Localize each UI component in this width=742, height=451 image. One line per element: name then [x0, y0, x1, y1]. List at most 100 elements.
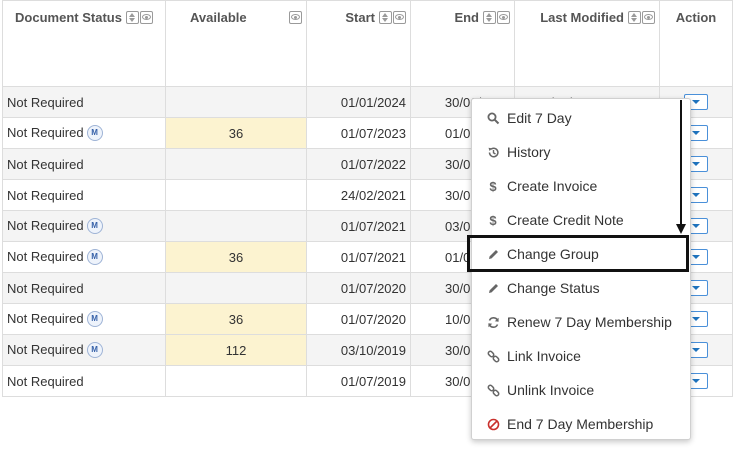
- dollar-icon: $: [489, 178, 497, 194]
- cell-start: 01/07/2023: [306, 117, 411, 149]
- end-date: 10/0: [445, 311, 471, 327]
- dollar-icon: $: [489, 212, 497, 228]
- start-date: 24/02/2021: [340, 187, 406, 203]
- cell-status: Not Required M: [2, 303, 166, 335]
- cell-available: [165, 148, 307, 180]
- cell-start: 01/07/2020: [306, 303, 411, 335]
- eye-icon[interactable]: [289, 11, 302, 24]
- header-end-label: End: [454, 10, 479, 25]
- eye-icon[interactable]: [139, 11, 153, 24]
- status-text: Not Required: [7, 156, 84, 172]
- header-end[interactable]: End: [410, 0, 515, 87]
- header-available[interactable]: Available: [165, 0, 307, 87]
- cell-status: Not Required M: [2, 117, 166, 149]
- search-icon: [486, 112, 500, 125]
- end-date: 30/0: [445, 156, 471, 172]
- menu-item-edit-7-day[interactable]: Edit 7 Day: [472, 101, 690, 135]
- cell-status: Not Required: [2, 148, 166, 180]
- cell-available: [165, 272, 307, 304]
- link-icon: [486, 384, 500, 397]
- status-text: Not Required: [7, 187, 84, 203]
- sort-icon[interactable]: [483, 11, 496, 24]
- cell-start: 01/07/2021: [306, 241, 411, 273]
- available-value: 36: [228, 249, 244, 265]
- cell-start: 01/07/2019: [306, 365, 411, 397]
- header-last-modified[interactable]: Last Modified: [514, 0, 660, 87]
- status-text: Not Required: [7, 341, 84, 357]
- end-date: 30/0: [445, 373, 471, 389]
- menu-item-label: Unlink Invoice: [507, 382, 595, 398]
- eye-icon[interactable]: [642, 11, 655, 24]
- cell-available: 112: [165, 334, 307, 366]
- link-icon: [486, 350, 500, 363]
- cell-available: [165, 86, 307, 118]
- menu-item-create-credit-note[interactable]: $ Create Credit Note: [472, 203, 690, 237]
- header-document-status-label: Document Status: [15, 10, 122, 25]
- eye-icon[interactable]: [497, 11, 510, 24]
- header-start[interactable]: Start: [306, 0, 411, 87]
- cell-status: Not Required M: [2, 210, 166, 242]
- menu-item-create-invoice[interactable]: $ Create Invoice: [472, 169, 690, 203]
- menu-item-renew-7-day-membership[interactable]: Renew 7 Day Membership: [472, 305, 690, 339]
- history-icon: [486, 146, 500, 159]
- menu-item-history[interactable]: History: [472, 135, 690, 169]
- start-date: 01/07/2021: [340, 218, 406, 234]
- header-document-status[interactable]: Document Status: [2, 0, 166, 87]
- end-date: 03/0: [445, 218, 471, 234]
- start-date: 01/01/2024: [340, 94, 406, 110]
- header-action: Action: [659, 0, 733, 87]
- start-date: 01/07/2023: [340, 125, 406, 141]
- menu-item-label: Edit 7 Day: [507, 110, 572, 126]
- start-date: 01/07/2019: [340, 373, 406, 389]
- cell-start: 01/07/2021: [306, 210, 411, 242]
- status-text: Not Required: [7, 94, 84, 110]
- manual-badge: M: [86, 311, 103, 328]
- start-date: 01/07/2020: [340, 280, 406, 296]
- annotation-arrow-head: [676, 224, 686, 234]
- sort-icon[interactable]: [125, 11, 139, 24]
- cell-start: 01/07/2022: [306, 148, 411, 180]
- header-start-label: Start: [345, 10, 375, 25]
- menu-item-link-invoice[interactable]: Link Invoice: [472, 339, 690, 373]
- start-date: 01/07/2022: [340, 156, 406, 172]
- refresh-icon: [486, 316, 500, 329]
- menu-item-unlink-invoice[interactable]: Unlink Invoice: [472, 373, 690, 407]
- cell-available: [165, 365, 307, 397]
- cell-status: Not Required: [2, 365, 166, 397]
- menu-item-label: Renew 7 Day Membership: [507, 314, 672, 330]
- start-date: 01/07/2020: [340, 311, 406, 327]
- pencil-icon: [486, 282, 500, 295]
- menu-item-end-7-day-membership[interactable]: End 7 Day Membership: [472, 407, 690, 441]
- cell-status: Not Required: [2, 179, 166, 211]
- menu-item-label: Link Invoice: [507, 348, 581, 364]
- status-text: Not Required: [7, 310, 84, 326]
- cell-start: 01/07/2020: [306, 272, 411, 304]
- cell-available: 36: [165, 117, 307, 149]
- status-text: Not Required: [7, 248, 84, 264]
- end-date: 30/0: [445, 342, 471, 358]
- eye-icon[interactable]: [393, 11, 406, 24]
- cell-status: Not Required M: [2, 334, 166, 366]
- status-text: Not Required: [7, 280, 84, 296]
- menu-item-label: Change Status: [507, 280, 600, 296]
- menu-item-label: End 7 Day Membership: [507, 416, 654, 432]
- sort-icon[interactable]: [379, 11, 392, 24]
- status-text: Not Required: [7, 373, 84, 389]
- available-value: 112: [225, 342, 247, 358]
- status-text: Not Required: [7, 124, 84, 140]
- cell-available: [165, 210, 307, 242]
- menu-item-label: History: [507, 144, 551, 160]
- menu-item-label: Create Credit Note: [507, 212, 624, 228]
- cell-available: 36: [165, 303, 307, 335]
- header-last-modified-label: Last Modified: [540, 10, 624, 25]
- highlight-box: [467, 235, 689, 272]
- end-date: 30/0: [445, 280, 471, 296]
- menu-item-change-status[interactable]: Change Status: [472, 271, 690, 305]
- cell-available: [165, 179, 307, 211]
- menu-item-label: Create Invoice: [507, 178, 598, 194]
- available-value: 36: [228, 311, 244, 327]
- header-action-label: Action: [675, 10, 717, 25]
- cell-status: Not Required: [2, 272, 166, 304]
- sort-icon[interactable]: [628, 11, 641, 24]
- end-date: 30/0: [445, 187, 471, 203]
